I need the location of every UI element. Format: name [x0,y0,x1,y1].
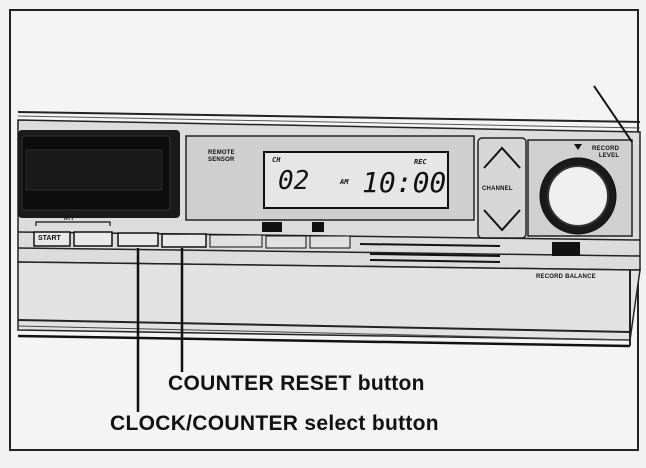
counter-reset-callout: COUNTER RESET button [168,372,425,395]
record-level-label: RECORD LEVEL [592,146,620,159]
record-balance-slider [552,242,580,256]
lcd-am-label: AM [340,178,349,186]
vcr-front-panel-illustration [9,9,641,451]
remote-sensor-label: REMOTE SENSOR [208,150,235,163]
channel-label: CHANNEL [482,186,513,192]
lcd-channel-value: 02 [278,166,310,196]
start-button-label: START [38,235,61,242]
record-balance-label: RECORD BALANCE [536,274,596,280]
clock-counter-select-button [117,232,159,247]
lcd-rec-label: REC [414,158,427,166]
lcd-time-value: 10:00 [362,166,447,199]
irt-stop-button [73,231,113,247]
irt-label: IRT [64,216,75,222]
clock-counter-select-callout: CLOCK/COUNTER select button [110,412,439,435]
counter-reset-button [161,233,207,248]
lcd-ch-label: CH [272,156,281,164]
